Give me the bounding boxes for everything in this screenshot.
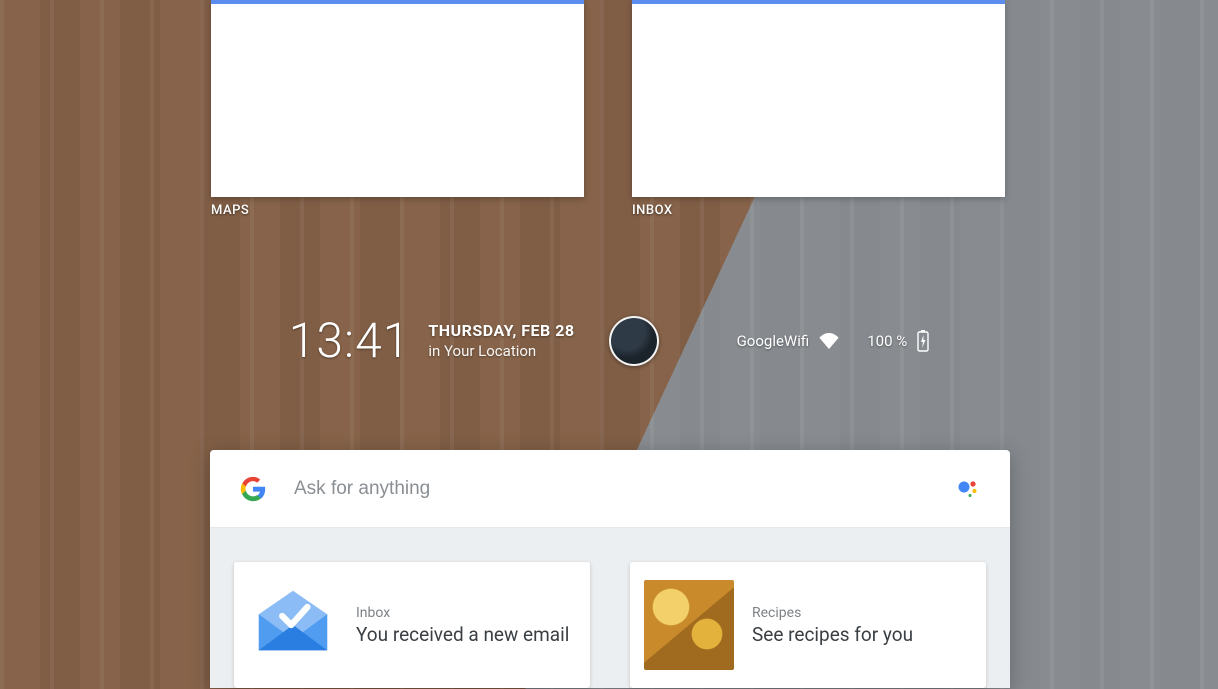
google-logo-icon [240, 476, 266, 502]
widget-inbox[interactable]: INBOX [632, 0, 1005, 218]
feed-card-recipes[interactable]: Recipes See recipes for you [630, 562, 986, 688]
recipes-thumb [644, 580, 734, 670]
status-battery[interactable]: 100 % [867, 330, 929, 352]
battery-charging-icon [917, 330, 929, 352]
wifi-icon [819, 333, 839, 349]
assistant-icon[interactable] [956, 477, 980, 501]
clock-location-name: Your Location [444, 342, 536, 360]
widget-maps[interactable]: MAPS [211, 0, 584, 218]
widget-maps-card[interactable] [211, 0, 584, 197]
clock-location-prefix: in [428, 342, 444, 360]
feed-inbox-kicker: Inbox [356, 605, 569, 621]
avatar[interactable] [609, 316, 659, 366]
info-row: 13:41 THURSDAY, FEB 28 in Your Location … [0, 312, 1218, 369]
status-wifi[interactable]: GoogleWifi [737, 332, 840, 350]
clock-location: in Your Location [428, 341, 574, 361]
feed-recipes-kicker: Recipes [752, 605, 913, 621]
inbox-icon [248, 580, 338, 670]
clock-block: 13:41 THURSDAY, FEB 28 in Your Location [289, 312, 575, 369]
feed-card-inbox[interactable]: Inbox You received a new email [234, 562, 590, 688]
clock-time: 13:41 [289, 312, 411, 369]
feed-recipes-headline: See recipes for you [752, 623, 913, 646]
search-bar[interactable] [210, 450, 1010, 528]
widget-inbox-card[interactable] [632, 0, 1005, 197]
feed-inbox-headline: You received a new email [356, 623, 569, 646]
clock-date: THURSDAY, FEB 28 [428, 320, 574, 342]
assistant-panel: Inbox You received a new email Recipes S… [210, 450, 1010, 688]
wifi-name: GoogleWifi [737, 332, 810, 350]
search-input[interactable] [294, 478, 928, 500]
widget-maps-label: MAPS [211, 203, 584, 218]
widget-inbox-label: INBOX [632, 203, 1005, 218]
status-block: GoogleWifi 100 % [737, 330, 930, 352]
battery-percent: 100 % [867, 332, 907, 350]
